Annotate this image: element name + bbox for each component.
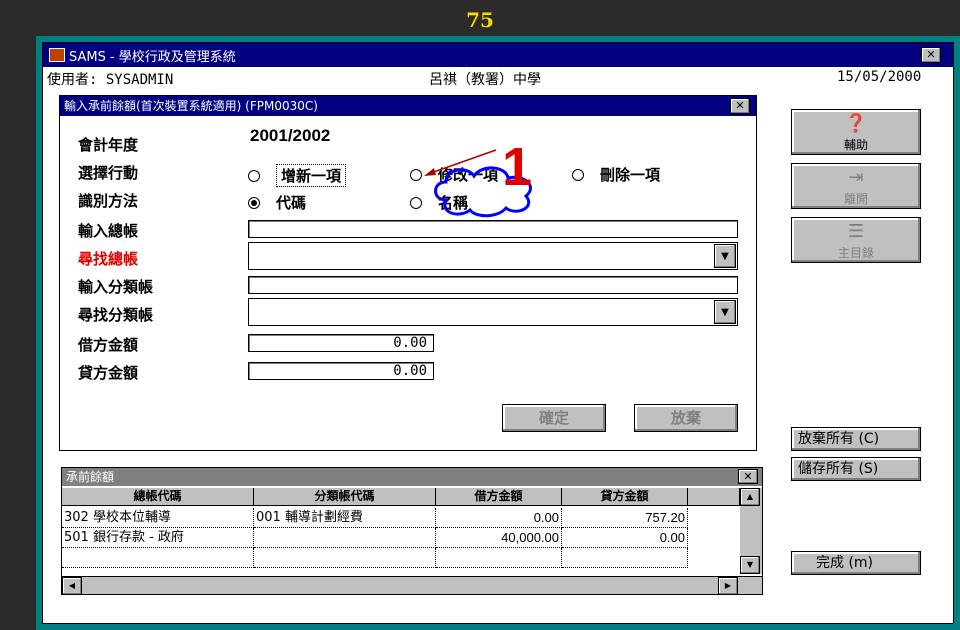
grid-horizontal-scrollbar[interactable]: ◀ ▶ [62,576,762,595]
finish-button[interactable]: 完成 (m) [791,551,921,575]
app-logo-icon [49,48,65,62]
row2-gl[interactable]: 501 銀行存款 - 政府 [62,528,254,548]
radio-add-label: 增新一項 [276,164,347,187]
scroll-right-icon[interactable]: ▶ [718,577,738,595]
input-gl-field[interactable] [248,220,738,238]
exit-label: 離開 [843,192,868,206]
row3-credit[interactable] [562,548,688,568]
grid-close-icon[interactable]: ✕ [738,469,758,484]
row2-debit[interactable]: 40,000.00 [436,528,562,548]
app-titlebar: SAMS - 學校行政及管理系統 [43,43,953,67]
radio-add[interactable]: 增新一項 [248,164,347,187]
radio-delete-dot [572,168,584,181]
grid-title: 承前餘額 [62,468,762,486]
user-info: 使用者: SYSADMIN [47,72,174,88]
main-menu-button[interactable]: ☰ 主目錄 [791,217,921,263]
chevron-down-icon[interactable]: ▼ [714,300,736,324]
label-identify: 識別方法 [78,192,139,210]
radio-by-code-label: 代碼 [276,194,307,212]
scroll-left-icon[interactable]: ◀ [62,577,82,595]
row3-debit[interactable] [436,548,562,568]
dialog-close-icon[interactable]: ✕ [730,98,750,114]
confirm-button[interactable]: 確定 [502,404,606,432]
main-menu-label: 主目錄 [837,246,874,260]
label-fiscal-year: 會計年度 [78,136,139,154]
help-label: 輔助 [843,138,868,152]
row1-debit[interactable]: 0.00 [436,508,562,528]
find-gl-combo[interactable]: ▼ [248,242,738,270]
dialog-title: 輸入承前餘額(首次裝置系統適用) (FPM0030C) [60,96,756,116]
balance-entry-dialog: 輸入承前餘額(首次裝置系統適用) (FPM0030C) ✕ 會計年度 2001/… [59,95,757,451]
grid-header-gl[interactable]: 總帳代碼 [62,488,254,506]
label-input-gl: 輸入總帳 [78,222,139,240]
find-sub-combo[interactable]: ▼ [248,298,738,326]
fiscal-year-value: 2001/2002 [250,126,331,145]
radio-by-name-dot [410,196,422,209]
row3-sub[interactable] [254,548,436,568]
radio-add-dot [248,169,260,182]
current-date: 15/05/2000 [837,69,922,85]
arrow-icon [424,149,497,176]
grid-header-credit[interactable]: 貸方金額 [562,488,688,506]
app-window: SAMS - 學校行政及管理系統 ✕ 使用者: SYSADMIN 呂祺（教署）中… [42,42,954,624]
exit-icon: ⇥ [848,167,864,188]
balance-grid-window: 承前餘額 ✕ 總帳代碼 分類帳代碼 借方金額 貸方金額 302 學校本位輔導 0… [61,467,763,595]
scroll-down-icon[interactable]: ▼ [740,556,760,574]
radio-delete-label: 刪除一項 [600,166,661,184]
grid-header-sub[interactable]: 分類帳代碼 [254,488,436,506]
scroll-up-icon[interactable]: ▲ [740,488,760,506]
label-find-gl: 尋找總帳 [78,250,139,268]
label-action: 選擇行動 [78,164,139,182]
label-find-sub: 尋找分類帳 [78,306,154,324]
radio-by-code[interactable]: 代碼 [248,192,306,213]
label-credit: 貸方金額 [78,364,139,382]
row1-gl[interactable]: 302 學校本位輔導 [62,508,254,528]
help-button[interactable]: ❓ 輔助 [791,109,921,155]
discard-all-button[interactable]: 放棄所有 (C) [791,427,921,451]
app-close-icon[interactable]: ✕ [921,47,941,63]
radio-delete[interactable]: 刪除一項 [572,164,660,185]
row2-credit[interactable]: 0.00 [562,528,688,548]
row1-credit[interactable]: 757.20 [562,508,688,528]
row3-gl[interactable] [62,548,254,568]
label-input-sub: 輸入分類帳 [78,278,154,296]
credit-amount-field[interactable]: 0.00 [248,362,434,380]
exit-button[interactable]: ⇥ 離開 [791,163,921,209]
grid-header-spacer [688,488,740,506]
input-sub-field[interactable] [248,276,738,294]
slide-number: 75 [466,8,494,32]
row1-sub[interactable]: 001 輔導計劃經費 [254,508,436,528]
annotation-number: 1 [502,137,533,197]
grid-header-debit[interactable]: 借方金額 [436,488,562,506]
radio-by-code-dot [248,196,260,209]
chevron-down-icon[interactable]: ▼ [714,244,736,268]
help-icon: ❓ [844,113,868,134]
grid-vertical-scrollbar[interactable]: ▲ ▼ [740,488,762,574]
save-all-button[interactable]: 儲存所有 (S) [791,457,921,481]
label-debit: 借方金額 [78,336,139,354]
debit-amount-field[interactable]: 0.00 [248,334,434,352]
discard-button[interactable]: 放棄 [634,404,738,432]
row2-sub[interactable] [254,528,436,548]
school-name: 呂祺（教署）中學 [429,72,541,88]
app-title: SAMS - 學校行政及管理系統 [69,49,236,65]
menu-list-icon: ☰ [847,221,865,242]
